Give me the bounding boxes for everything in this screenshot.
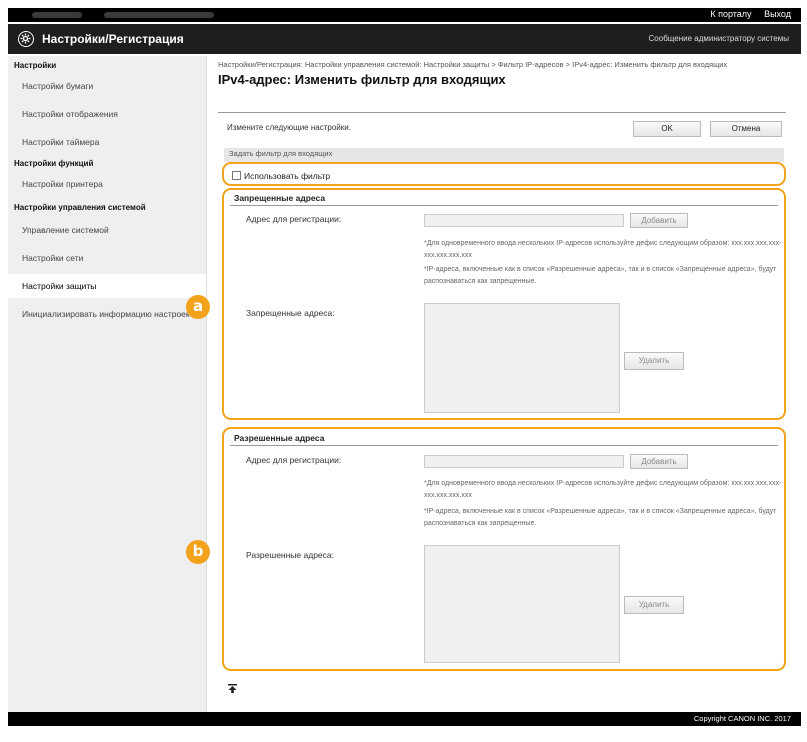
app-header: Настройки/Регистрация Сообщение админист…: [8, 24, 801, 54]
callout-badge-a: a: [186, 295, 210, 319]
use-filter-checkbox[interactable]: [232, 171, 241, 180]
blocked-delete-button[interactable]: Удалить: [624, 352, 684, 370]
back-to-top-icon[interactable]: [228, 684, 237, 696]
blocked-register-label: Адрес для регистрации:: [246, 214, 342, 224]
blocked-add-button[interactable]: Добавить: [630, 213, 688, 228]
blurred-text: [32, 12, 82, 18]
blurred-text: [104, 12, 214, 18]
sidebar-item-initialize[interactable]: Инициализировать информацию настроек: [8, 302, 206, 342]
top-links: К порталу Выход: [700, 9, 791, 19]
instruction-text: Измените следующие настройки.: [227, 123, 351, 132]
logout-link[interactable]: Выход: [764, 9, 791, 19]
allowed-add-button[interactable]: Добавить: [630, 454, 688, 469]
portal-link[interactable]: К порталу: [710, 9, 751, 19]
blocked-address-input[interactable]: [424, 214, 624, 227]
breadcrumb: Настройки/Регистрация: Настройки управле…: [218, 60, 728, 69]
section-bar: Задать фильтр для входящих: [224, 148, 784, 162]
blocked-rule: [230, 205, 778, 206]
allowed-delete-button[interactable]: Удалить: [624, 596, 684, 614]
allowed-register-label: Адрес для регистрации:: [246, 455, 342, 465]
allowed-heading: Разрешенные адреса: [234, 433, 325, 443]
sidebar-group-system: Настройки управления системой: [14, 203, 146, 212]
sidebar-item-printer[interactable]: Настройки принтера: [8, 172, 206, 196]
top-bar: К порталу Выход: [8, 8, 801, 22]
allowed-list-label: Разрешенные адреса:: [246, 550, 334, 560]
blocked-note-range: *Для одновременного ввода нескольких IP-…: [424, 240, 782, 259]
use-filter-label: Использовать фильтр: [244, 171, 331, 181]
app-title: Настройки/Регистрация: [42, 32, 184, 46]
copyright: Copyright CANON INC. 2017: [693, 714, 791, 723]
sidebar-item-security[interactable]: Настройки защиты: [8, 274, 206, 298]
allowed-address-input[interactable]: [424, 455, 624, 468]
settings-gear-icon: [18, 31, 34, 47]
cancel-button[interactable]: Отмена: [710, 121, 782, 137]
allowed-address-list[interactable]: [424, 545, 620, 663]
sidebar-item-system-management[interactable]: Управление системой: [8, 218, 206, 242]
page-title: IPv4-адрес: Изменить фильтр для входящих: [218, 72, 506, 87]
sidebar-item-network[interactable]: Настройки сети: [8, 246, 206, 270]
blocked-list-label: Запрещенные адреса:: [246, 308, 335, 318]
allowed-note-range: *Для одновременного ввода нескольких IP-…: [424, 480, 782, 499]
sidebar-item-paper[interactable]: Настройки бумаги: [8, 74, 206, 98]
blocked-address-list[interactable]: [424, 303, 620, 413]
allowed-rule: [230, 445, 778, 446]
blocked-note-conflict: *IP-адреса, включенные как в список «Раз…: [424, 266, 777, 285]
blocked-heading: Запрещенные адреса: [234, 193, 326, 203]
sidebar: Настройки Настройки бумаги Настройки ото…: [8, 56, 207, 712]
sidebar-item-timer[interactable]: Настройки таймера: [8, 130, 206, 154]
admin-message-link[interactable]: Сообщение администратору системы: [649, 34, 789, 43]
callout-badge-b: b: [186, 540, 210, 564]
sidebar-group-settings: Настройки: [14, 61, 57, 70]
use-filter-row: Использовать фильтр: [232, 171, 330, 181]
sidebar-item-display[interactable]: Настройки отображения: [8, 102, 206, 126]
footer: Copyright CANON INC. 2017: [8, 712, 801, 726]
main-content: Настройки/Регистрация: Настройки управле…: [218, 60, 792, 87]
sidebar-group-functions: Настройки функций: [14, 159, 94, 168]
allowed-note-conflict: *IP-адреса, включенные как в список «Раз…: [424, 508, 777, 527]
ok-button[interactable]: OK: [633, 121, 701, 137]
title-divider: [218, 112, 786, 113]
